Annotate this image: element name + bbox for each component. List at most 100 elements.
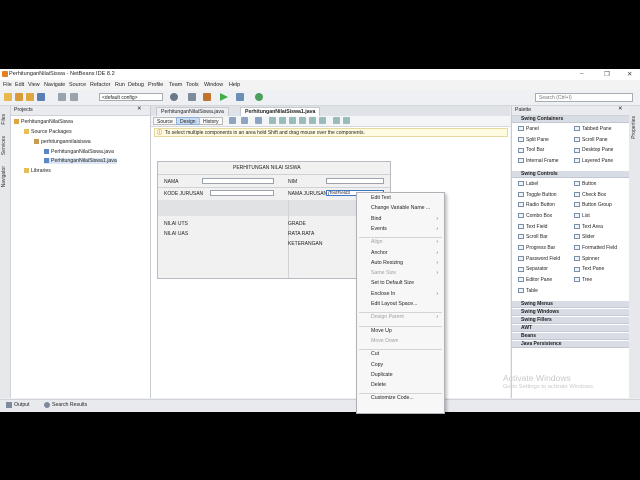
label-nilai-uas[interactable]: NILAI UAS	[164, 231, 188, 237]
palette-item-scroll-pane[interactable]: Scroll Pane	[574, 137, 608, 143]
menu-refactor[interactable]: Refactor	[90, 82, 110, 88]
palette-item-panel[interactable]: Panel	[518, 126, 539, 132]
context-menu-item-edit-layout-space[interactable]: Edit Layout Space...	[371, 301, 441, 307]
palette-item-slider[interactable]: Slider	[574, 234, 595, 240]
close-palette-icon[interactable]: ✕	[618, 106, 623, 112]
source-button[interactable]: Source	[153, 117, 177, 125]
palette-item-tabbed-pane[interactable]: Tabbed Pane	[574, 126, 611, 132]
palette-item-tree[interactable]: Tree	[574, 277, 592, 283]
redo-icon[interactable]	[70, 93, 78, 101]
tab-properties[interactable]: Properties	[631, 116, 637, 139]
context-menu-item-set-to-default-size[interactable]: Set to Default Size	[371, 280, 441, 286]
selection-mode-icon[interactable]	[229, 117, 236, 124]
profile-icon[interactable]	[255, 93, 263, 101]
connection-mode-icon[interactable]	[241, 117, 248, 124]
context-menu-item-edit-text[interactable]: Edit Text	[371, 195, 441, 201]
menu-navigate[interactable]: Navigate	[44, 82, 65, 88]
palette-category-swing-controls[interactable]: Swing Controls	[512, 170, 629, 178]
context-menu-item-bind[interactable]: Bind ›	[371, 216, 441, 222]
tab-output[interactable]: Output	[14, 402, 30, 408]
preview-design-icon[interactable]	[255, 117, 262, 124]
menu-view[interactable]: View	[28, 82, 40, 88]
palette-item-layered-pane[interactable]: Layered Pane	[574, 158, 613, 164]
minimize-button[interactable]: –	[580, 70, 584, 77]
kode-jurusan-field[interactable]	[210, 190, 274, 196]
align-left-icon[interactable]	[269, 117, 276, 124]
palette-item-progress-bar[interactable]: Progress Bar	[518, 245, 555, 251]
context-menu-item-auto-resizing[interactable]: Auto Resizing ›	[371, 260, 441, 266]
palette-item-text-pane[interactable]: Text Pane	[574, 266, 604, 272]
config-select[interactable]: <default config>	[99, 93, 163, 101]
save-all-icon[interactable]	[37, 93, 45, 101]
label-kode-jurusan[interactable]: KODE JURUSAN	[164, 191, 203, 197]
palette-category-awt[interactable]: AWT	[512, 324, 629, 332]
clean-build-icon[interactable]	[203, 93, 211, 101]
menu-tools[interactable]: Tools	[186, 82, 199, 88]
palette-item-radio-button[interactable]: Radio Button	[518, 202, 555, 208]
context-menu-item-events[interactable]: Events ›	[371, 226, 441, 232]
context-menu-item-duplicate[interactable]: Duplicate	[371, 372, 441, 378]
align-right-icon[interactable]	[279, 117, 286, 124]
palette-category-swing-windows[interactable]: Swing Windows	[512, 308, 629, 316]
search-input[interactable]: Search (Ctrl+I)	[535, 93, 633, 102]
palette-item-button-group[interactable]: Button Group	[574, 202, 612, 208]
menu-team[interactable]: Team	[169, 82, 182, 88]
align-middle-icon[interactable]	[319, 117, 326, 124]
label-nama-jurusan[interactable]: NAMA JURUSAN	[288, 191, 327, 197]
align-top-icon[interactable]	[299, 117, 306, 124]
design-button[interactable]: Design	[176, 117, 200, 125]
palette-item-desktop-pane[interactable]: Desktop Pane	[574, 147, 613, 153]
palette-item-combo-box[interactable]: Combo Box	[518, 213, 552, 219]
palette-item-text-field[interactable]: Text Field	[518, 224, 547, 230]
nama-field[interactable]	[202, 178, 274, 184]
tree-item[interactable]: PerhitunganNilaiSiswa	[14, 119, 73, 125]
history-button[interactable]: History	[199, 117, 223, 125]
tab-file-1[interactable]: PerhitunganNilaiSiswa.java	[156, 107, 229, 116]
tree-item[interactable]: Libraries	[24, 168, 51, 174]
tab-file-2[interactable]: PerhitunganNilaiSiswa1.java	[240, 107, 321, 116]
context-menu-item-anchor[interactable]: Anchor ›	[371, 250, 441, 256]
menu-source[interactable]: Source	[69, 82, 86, 88]
maximize-button[interactable]: ❐	[604, 70, 610, 78]
close-button[interactable]: ✕	[627, 70, 632, 78]
tree-item[interactable]: PerhitunganNilaiSiswa1.java	[44, 158, 117, 164]
debug-icon[interactable]	[236, 93, 244, 101]
label-keterangan[interactable]: KETERANGAN	[288, 241, 322, 247]
tab-files[interactable]: Files	[1, 114, 7, 125]
palette-category-beans[interactable]: Beans	[512, 332, 629, 340]
palette-item-formatted-field[interactable]: Formatted Field	[574, 245, 617, 251]
palette-item-split-pane[interactable]: Split Pane	[518, 137, 549, 143]
menu-help[interactable]: Help	[229, 82, 240, 88]
undo-icon[interactable]	[58, 93, 66, 101]
tree-item[interactable]: PerhitunganNilaiSiswa.java	[44, 149, 114, 155]
target-icon[interactable]	[170, 93, 178, 101]
context-menu-item-delete[interactable]: Delete	[371, 382, 441, 388]
form-title-label[interactable]: PERHITUNGAN NILAI SISWA	[233, 165, 301, 171]
palette-category-java-persistence[interactable]: Java Persistence	[512, 340, 629, 348]
context-menu-item-customize-code[interactable]: Customize Code...	[371, 395, 441, 401]
palette-item-password-field[interactable]: Password Field	[518, 256, 560, 262]
align-center-icon[interactable]	[289, 117, 296, 124]
build-icon[interactable]	[188, 93, 196, 101]
palette-item-text-area[interactable]: Text Area	[574, 224, 603, 230]
new-file-icon[interactable]	[4, 93, 12, 101]
run-icon[interactable]	[220, 93, 228, 101]
palette-item-separator[interactable]: Separator	[518, 266, 548, 272]
menu-edit[interactable]: Edit	[15, 82, 24, 88]
palette-item-label[interactable]: Label	[518, 181, 538, 187]
label-nim[interactable]: NIM	[288, 179, 297, 185]
palette-category-swing-containers[interactable]: Swing Containers	[512, 116, 629, 123]
palette-category-swing-fillers[interactable]: Swing Fillers	[512, 316, 629, 324]
align-bottom-icon[interactable]	[309, 117, 316, 124]
context-menu-item-move-up[interactable]: Move Up	[371, 328, 441, 334]
palette-item-internal-frame[interactable]: Internal Frame	[518, 158, 559, 164]
palette-item-editor-pane[interactable]: Editor Pane	[518, 277, 552, 283]
palette-item-check-box[interactable]: Check Box	[574, 192, 606, 198]
palette-item-table[interactable]: Table	[518, 288, 538, 294]
tab-palette[interactable]: Palette	[515, 107, 531, 113]
tree-item[interactable]: Source Packages	[24, 129, 72, 135]
palette-item-button[interactable]: Button	[574, 181, 596, 187]
new-project-icon[interactable]	[15, 93, 23, 101]
tab-services[interactable]: Services	[1, 136, 7, 155]
menu-run[interactable]: Run	[115, 82, 125, 88]
